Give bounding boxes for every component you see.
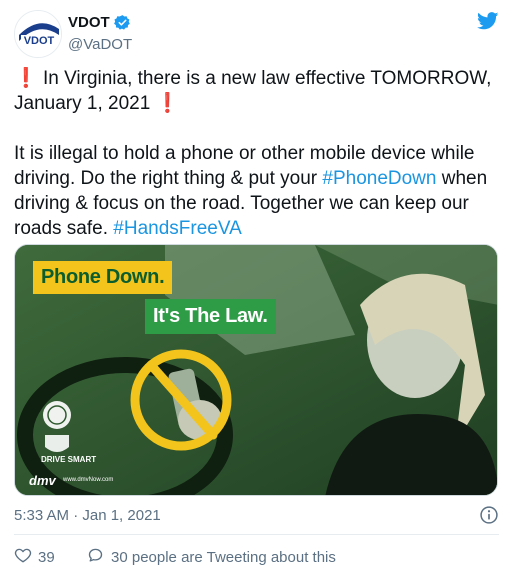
dmv-logo: dmv	[29, 473, 56, 488]
verified-badge-icon	[113, 14, 131, 31]
avatar[interactable]: VDOT	[14, 10, 62, 58]
info-icon[interactable]	[479, 505, 499, 530]
user-handle[interactable]: @VaDOT	[68, 36, 132, 53]
tweeting-about-text: 30 people are Tweeting about this	[111, 548, 336, 566]
twitter-bird-icon[interactable]	[477, 12, 499, 35]
tweet-line-1-text: In Virginia, there is a new law effectiv…	[14, 68, 492, 114]
hashtag-phonedown[interactable]: #PhoneDown	[322, 168, 436, 189]
exclamation-icon-left: ❗	[14, 68, 38, 89]
like-button[interactable]: 39	[14, 546, 55, 568]
tweet-media-image[interactable]: Phone Down. It's The Law. DRIVE SMART dm…	[14, 244, 498, 496]
author-name-row[interactable]: VDOT	[68, 14, 131, 31]
tweeting-about-link[interactable]: 30 people are Tweeting about this	[86, 546, 336, 568]
hashtag-handsfreeva[interactable]: #HandsFreeVA	[113, 218, 242, 239]
exclamation-icon-right: ❗	[155, 93, 180, 114]
divider	[14, 534, 499, 535]
tweet-text: ❗ In Virginia, there is a new law effect…	[14, 66, 502, 241]
speech-bubble-icon	[86, 546, 105, 568]
banner-its-the-law: It's The Law.	[145, 299, 276, 334]
drive-smart-label: DRIVE SMART	[41, 455, 97, 464]
banner-phone-down: Phone Down.	[33, 261, 173, 294]
tweet-line-2: It is illegal to hold a phone or other m…	[14, 141, 502, 241]
tweet-timestamp[interactable]: 5:33 AM · Jan 1, 2021	[14, 507, 161, 524]
dmv-url: www.dmvNow.com	[63, 477, 114, 483]
tweet-line-1: ❗ In Virginia, there is a new law effect…	[14, 66, 502, 116]
avatar-logo-text: VDOT	[24, 35, 55, 47]
display-name[interactable]: VDOT	[68, 14, 110, 31]
heart-icon	[14, 546, 32, 568]
tweet-card: VDOT VDOT @VaDOT ❗ In Virginia, there is…	[0, 0, 513, 571]
like-count: 39	[38, 548, 55, 566]
